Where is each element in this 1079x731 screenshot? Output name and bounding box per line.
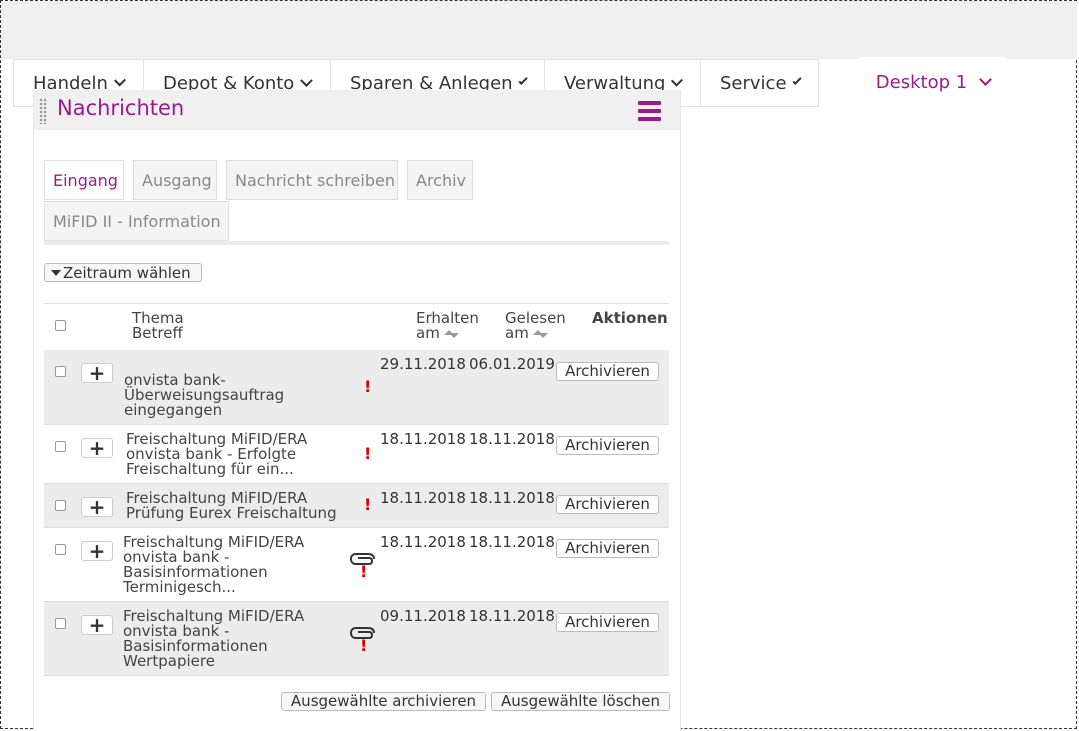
message-subject[interactable]: onvista bank- Überweisungsauftrag eingeg…: [124, 373, 284, 418]
column-received-label-2: am: [416, 324, 440, 342]
widget-header: Nachrichten: [34, 90, 680, 130]
archive-button[interactable]: Archivieren: [556, 613, 659, 632]
desktop-tab[interactable]: Desktop 1: [858, 57, 1008, 107]
important-icon: !: [360, 562, 368, 581]
sort-icon[interactable]: [532, 330, 548, 338]
delete-selected-button[interactable]: Ausgewählte löschen: [491, 692, 670, 711]
table-row: + onvista bank- Überweisungsauftrag eing…: [44, 350, 669, 425]
read-date: 18.11.2018: [469, 607, 555, 625]
received-date: 29.11.2018: [380, 355, 466, 373]
grip-icon[interactable]: [39, 98, 47, 124]
subject-line: Terminigesch...: [123, 578, 236, 596]
table-row: + Freischaltung MiFID/ERA Prüfung Eurex …: [44, 484, 669, 528]
subject-line: eingegangen: [124, 401, 223, 419]
caret-down-icon: [51, 269, 61, 276]
column-header-subject: Thema Betreff: [132, 311, 184, 341]
subject-line: Wertpapiere: [123, 652, 215, 670]
plus-icon[interactable]: +: [81, 541, 113, 561]
column-read-label-2: am: [505, 324, 529, 342]
select-all-checkbox[interactable]: [55, 320, 66, 331]
row-checkbox[interactable]: [55, 366, 66, 377]
row-checkbox[interactable]: [55, 441, 66, 452]
message-subject[interactable]: Freischaltung MiFID/ERA onvista bank - B…: [123, 609, 304, 669]
plus-icon[interactable]: +: [81, 363, 113, 383]
column-betreff: Betreff: [132, 324, 183, 342]
chevron-down-icon: [113, 73, 126, 87]
received-date: 18.11.2018: [380, 489, 466, 507]
archive-button[interactable]: Archivieren: [556, 539, 659, 558]
row-checkbox[interactable]: [55, 618, 66, 629]
message-subject[interactable]: Freischaltung MiFID/ERA onvista bank - E…: [126, 432, 307, 477]
widget-title: Nachrichten: [57, 96, 185, 120]
subject-line: Prüfung Eurex Freischaltung: [126, 504, 337, 522]
plus-icon[interactable]: +: [81, 438, 113, 458]
tab-nachricht-schreiben[interactable]: Nachricht schreiben: [226, 160, 398, 200]
important-icon: !: [364, 495, 372, 514]
chevron-down-icon: [671, 74, 684, 86]
nav-label: Service: [720, 72, 787, 94]
messages-widget: Nachrichten Eingang Ausgang Nachricht sc…: [33, 90, 681, 731]
column-header-read[interactable]: Gelesen am: [505, 311, 566, 341]
archive-button[interactable]: Archivieren: [556, 495, 659, 514]
row-checkbox[interactable]: [55, 500, 66, 511]
tab-eingang[interactable]: Eingang: [44, 160, 124, 200]
table-row: + Freischaltung MiFID/ERA onvista bank -…: [44, 602, 669, 676]
received-date: 18.11.2018: [380, 430, 466, 448]
archive-button[interactable]: Archivieren: [556, 436, 659, 455]
chevron-down-icon: [518, 75, 528, 85]
chevron-down-icon: [979, 72, 993, 86]
important-icon: !: [364, 377, 372, 396]
zeitraum-label: Zeitraum wählen: [63, 263, 191, 282]
top-banner: [1, 1, 1077, 59]
zeitraum-dropdown[interactable]: Zeitraum wählen: [44, 263, 202, 282]
table-row: + Freischaltung MiFID/ERA onvista bank -…: [44, 425, 669, 484]
chevron-down-icon: [792, 75, 802, 85]
message-subject[interactable]: Freischaltung MiFID/ERA Prüfung Eurex Fr…: [126, 491, 337, 521]
read-date: 18.11.2018: [469, 430, 555, 448]
archive-selected-button[interactable]: Ausgewählte archivieren: [281, 692, 486, 711]
important-icon: !: [364, 444, 372, 463]
column-header-received[interactable]: Erhalten am: [416, 311, 479, 341]
important-icon: !: [360, 636, 368, 655]
nav-item-service[interactable]: Service: [700, 59, 819, 107]
header-divider: [44, 303, 669, 304]
read-date: 06.01.2019: [469, 355, 555, 373]
tab-divider: [44, 241, 669, 245]
read-date: 18.11.2018: [469, 533, 555, 551]
chevron-down-icon: [300, 73, 313, 87]
table-row: + Freischaltung MiFID/ERA onvista bank -…: [44, 528, 669, 602]
received-date: 18.11.2018: [380, 533, 466, 551]
plus-icon[interactable]: +: [81, 497, 113, 517]
plus-icon[interactable]: +: [81, 615, 113, 635]
desktop-tab-label: Desktop 1: [875, 71, 968, 93]
column-header-actions: Aktionen: [592, 309, 668, 327]
row-checkbox[interactable]: [55, 544, 66, 555]
menu-icon[interactable]: [638, 101, 661, 121]
subject-line: Freischaltung für ein...: [126, 460, 294, 478]
tab-ausgang[interactable]: Ausgang: [133, 160, 217, 200]
sort-icon[interactable]: [443, 330, 459, 338]
received-date: 09.11.2018: [380, 607, 466, 625]
read-date: 18.11.2018: [469, 489, 555, 507]
tab-mifid-information[interactable]: MiFID II - Information: [44, 201, 229, 241]
message-subject[interactable]: Freischaltung MiFID/ERA onvista bank - B…: [123, 535, 304, 595]
tab-archiv[interactable]: Archiv: [407, 160, 473, 200]
archive-button[interactable]: Archivieren: [556, 362, 659, 381]
